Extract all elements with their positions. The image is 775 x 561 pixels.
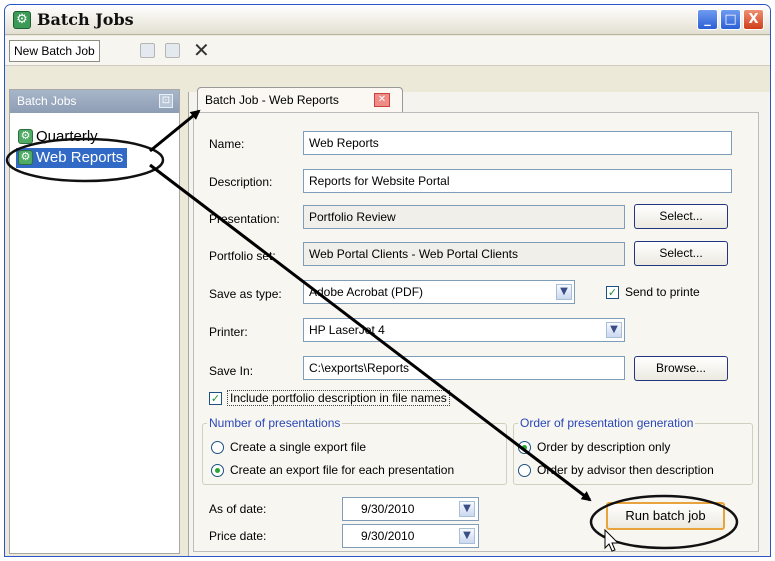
save-in-label: Save In: — [209, 364, 254, 378]
as-of-date-value: 9/30/2010 — [361, 502, 415, 516]
run-batch-job-button[interactable]: Run batch job — [606, 502, 725, 530]
group-title: Number of presentations — [207, 416, 343, 430]
select-presentation-button[interactable]: Select... — [634, 204, 728, 229]
save-in-input[interactable]: C:\exports\Reports — [303, 356, 625, 380]
gear-icon: ⚙ — [18, 129, 33, 144]
presentation-field: Portfolio Review — [303, 205, 625, 229]
window-title: Batch Jobs — [37, 10, 134, 29]
each-export-radio[interactable] — [211, 464, 224, 477]
gear-icon: ⚙ — [18, 150, 33, 165]
number-of-presentations-group: Number of presentations Create a single … — [202, 416, 507, 485]
copy-icon[interactable] — [165, 43, 180, 58]
batch-job-form: Name: Web Reports Description: Reports f… — [193, 112, 759, 552]
order-by-advisor-radio[interactable] — [518, 464, 531, 477]
calendar-dropdown-icon[interactable]: ▼ — [459, 528, 475, 544]
price-date-label: Price date: — [209, 529, 267, 543]
send-to-printer-checkbox[interactable]: ✓ — [606, 286, 619, 299]
tab-label: Batch Job - Web Reports — [205, 93, 339, 107]
close-tab-icon[interactable]: ✕ — [374, 93, 390, 107]
order-by-description-radio[interactable] — [518, 441, 531, 454]
single-export-radio[interactable] — [211, 441, 224, 454]
description-label: Description: — [209, 175, 273, 189]
description-input[interactable]: Reports for Website Portal — [303, 169, 732, 193]
maximize-button[interactable]: □ — [720, 9, 741, 30]
include-description-label: Include portfolio description in file na… — [227, 390, 450, 406]
save-as-type-select[interactable]: Adobe Acrobat (PDF) — [303, 280, 575, 304]
tree-item-quarterly[interactable]: ⚙ Quarterly — [16, 127, 98, 147]
panel-header-label: Batch Jobs — [17, 94, 77, 108]
portfolio-set-label: Portfolio set: — [209, 249, 276, 263]
price-date-value: 9/30/2010 — [361, 529, 415, 543]
include-description-checkbox[interactable]: ✓ — [209, 392, 222, 405]
title-bar: ⚙ Batch Jobs _ □ X — [5, 5, 770, 35]
tree-item-label: Quarterly — [36, 128, 98, 145]
minimize-button[interactable]: _ — [697, 9, 718, 30]
calendar-dropdown-icon[interactable]: ▼ — [459, 501, 475, 517]
order-of-generation-group: Order of presentation generation Order b… — [513, 416, 753, 485]
order-by-description-label: Order by description only — [537, 440, 671, 454]
batch-jobs-panel: Batch Jobs ⊡ ⚙ Quarterly ⚙ Web Reports — [9, 89, 180, 554]
printer-select[interactable]: HP LaserJet 4 — [303, 318, 625, 342]
printer-label: Printer: — [209, 325, 248, 339]
order-by-advisor-label: Order by advisor then description — [537, 463, 714, 477]
name-label: Name: — [209, 137, 245, 151]
chevron-down-icon[interactable]: ▼ — [556, 284, 572, 300]
name-input[interactable]: Web Reports — [303, 131, 732, 155]
toolbar: New Batch Job ✕ — [5, 36, 770, 66]
save-icon[interactable] — [140, 43, 155, 58]
select-portfolio-button[interactable]: Select... — [634, 241, 728, 266]
tree-item-label: Web Reports — [36, 149, 124, 166]
close-window-button[interactable]: X — [743, 9, 764, 30]
tab-web-reports[interactable]: Batch Job - Web Reports ✕ — [197, 87, 403, 112]
save-as-type-label: Save as type: — [209, 287, 282, 301]
presentation-label: Presentation: — [209, 212, 280, 226]
chevron-down-icon[interactable]: ▼ — [606, 322, 622, 338]
each-export-label: Create an export file for each presentat… — [230, 463, 455, 477]
delete-icon[interactable]: ✕ — [193, 39, 210, 61]
panel-header: Batch Jobs ⊡ — [10, 90, 179, 113]
save-as-type-value: Adobe Acrobat (PDF) — [309, 285, 424, 299]
portfolio-set-field: Web Portal Clients - Web Portal Clients — [303, 242, 625, 266]
single-export-label: Create a single export file — [230, 440, 367, 454]
tree-item-web-reports[interactable]: ⚙ Web Reports — [16, 148, 128, 168]
app-gear-icon: ⚙ — [13, 11, 31, 29]
group-title: Order of presentation generation — [518, 416, 696, 430]
printer-value: HP LaserJet 4 — [309, 323, 385, 337]
as-of-date-label: As of date: — [209, 502, 267, 516]
new-batch-job-button[interactable]: New Batch Job — [9, 40, 100, 62]
send-to-printer-label: Send to printe — [625, 285, 700, 299]
pin-icon[interactable]: ⊡ — [159, 94, 173, 108]
browse-button[interactable]: Browse... — [634, 356, 728, 381]
